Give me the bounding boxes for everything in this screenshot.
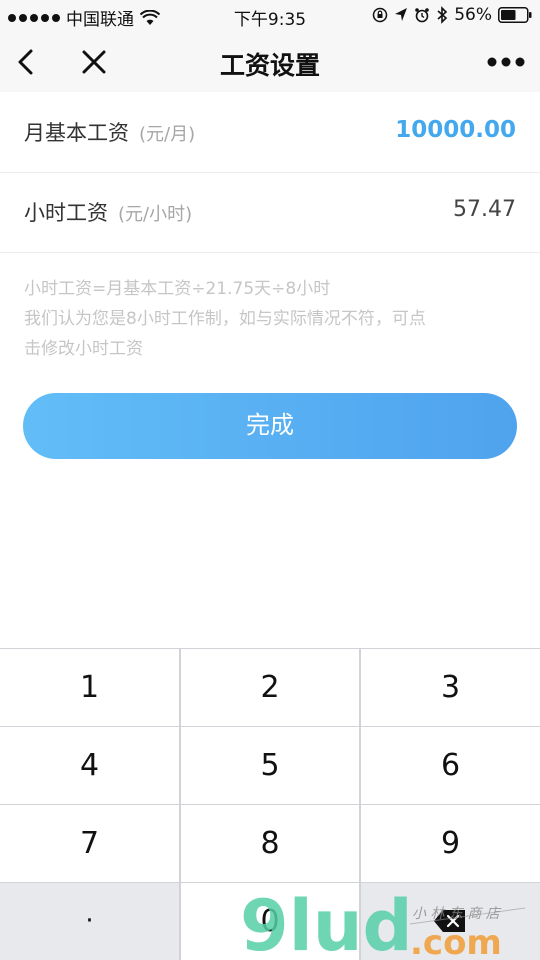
formula-hint: 小时工资=月基本工资÷21.75天÷8小时 我们认为您是8小时工作制，如与实际情… xyxy=(24,274,524,364)
key-4[interactable]: 4 xyxy=(0,727,179,804)
page-title: 工资设置 xyxy=(219,51,320,80)
status-right: 56% xyxy=(372,5,532,25)
hint-line-1: 小时工资=月基本工资÷21.75天÷8小时 xyxy=(24,279,331,299)
hourly-wage-value[interactable]: 57.47 xyxy=(453,197,516,222)
battery-icon xyxy=(498,7,532,23)
key-1[interactable]: 1 xyxy=(0,649,179,726)
rotation-lock-icon xyxy=(372,7,388,23)
monthly-salary-unit: (元/月) xyxy=(139,124,196,145)
bluetooth-icon xyxy=(437,6,448,24)
monthly-salary-row[interactable]: 月基本工资 (元/月) 10000.00 xyxy=(0,93,540,173)
hint-line-3[interactable]: 击修改小时工资 xyxy=(24,334,524,364)
hourly-wage-row[interactable]: 小时工资 (元/小时) 57.47 xyxy=(0,173,540,253)
numeric-keypad: 1 2 3 4 5 6 7 8 9 · 0 xyxy=(0,648,540,960)
key-delete[interactable] xyxy=(361,883,540,960)
alarm-icon xyxy=(415,8,430,23)
delete-icon xyxy=(434,910,465,932)
hourly-wage-label: 小时工资 (元/小时) xyxy=(24,197,192,227)
key-0[interactable]: 0 xyxy=(181,883,359,960)
key-2[interactable]: 2 xyxy=(181,649,359,726)
key-decimal[interactable]: · xyxy=(0,883,179,960)
key-9[interactable]: 9 xyxy=(361,805,540,882)
battery-percent: 56% xyxy=(454,5,492,25)
key-7[interactable]: 7 xyxy=(0,805,179,882)
key-6[interactable]: 6 xyxy=(361,727,540,804)
more-icon[interactable] xyxy=(486,52,526,72)
key-5[interactable]: 5 xyxy=(181,727,359,804)
hourly-wage-label-text: 小时工资 xyxy=(24,201,108,225)
monthly-salary-label-text: 月基本工资 xyxy=(24,121,129,145)
hint-line-2: 我们认为您是8小时工作制，如与实际情况不符，可点 xyxy=(24,309,426,329)
monthly-salary-value[interactable]: 10000.00 xyxy=(395,117,516,143)
key-8[interactable]: 8 xyxy=(181,805,359,882)
monthly-salary-label: 月基本工资 (元/月) xyxy=(24,117,195,147)
key-3[interactable]: 3 xyxy=(361,649,540,726)
status-bar: 中国联通 下午9:35 56% xyxy=(0,0,540,32)
hourly-wage-unit: (元/小时) xyxy=(118,204,193,225)
location-icon xyxy=(395,8,408,21)
done-button[interactable]: 完成 xyxy=(23,393,517,459)
nav-bar: 工资设置 xyxy=(0,32,540,92)
